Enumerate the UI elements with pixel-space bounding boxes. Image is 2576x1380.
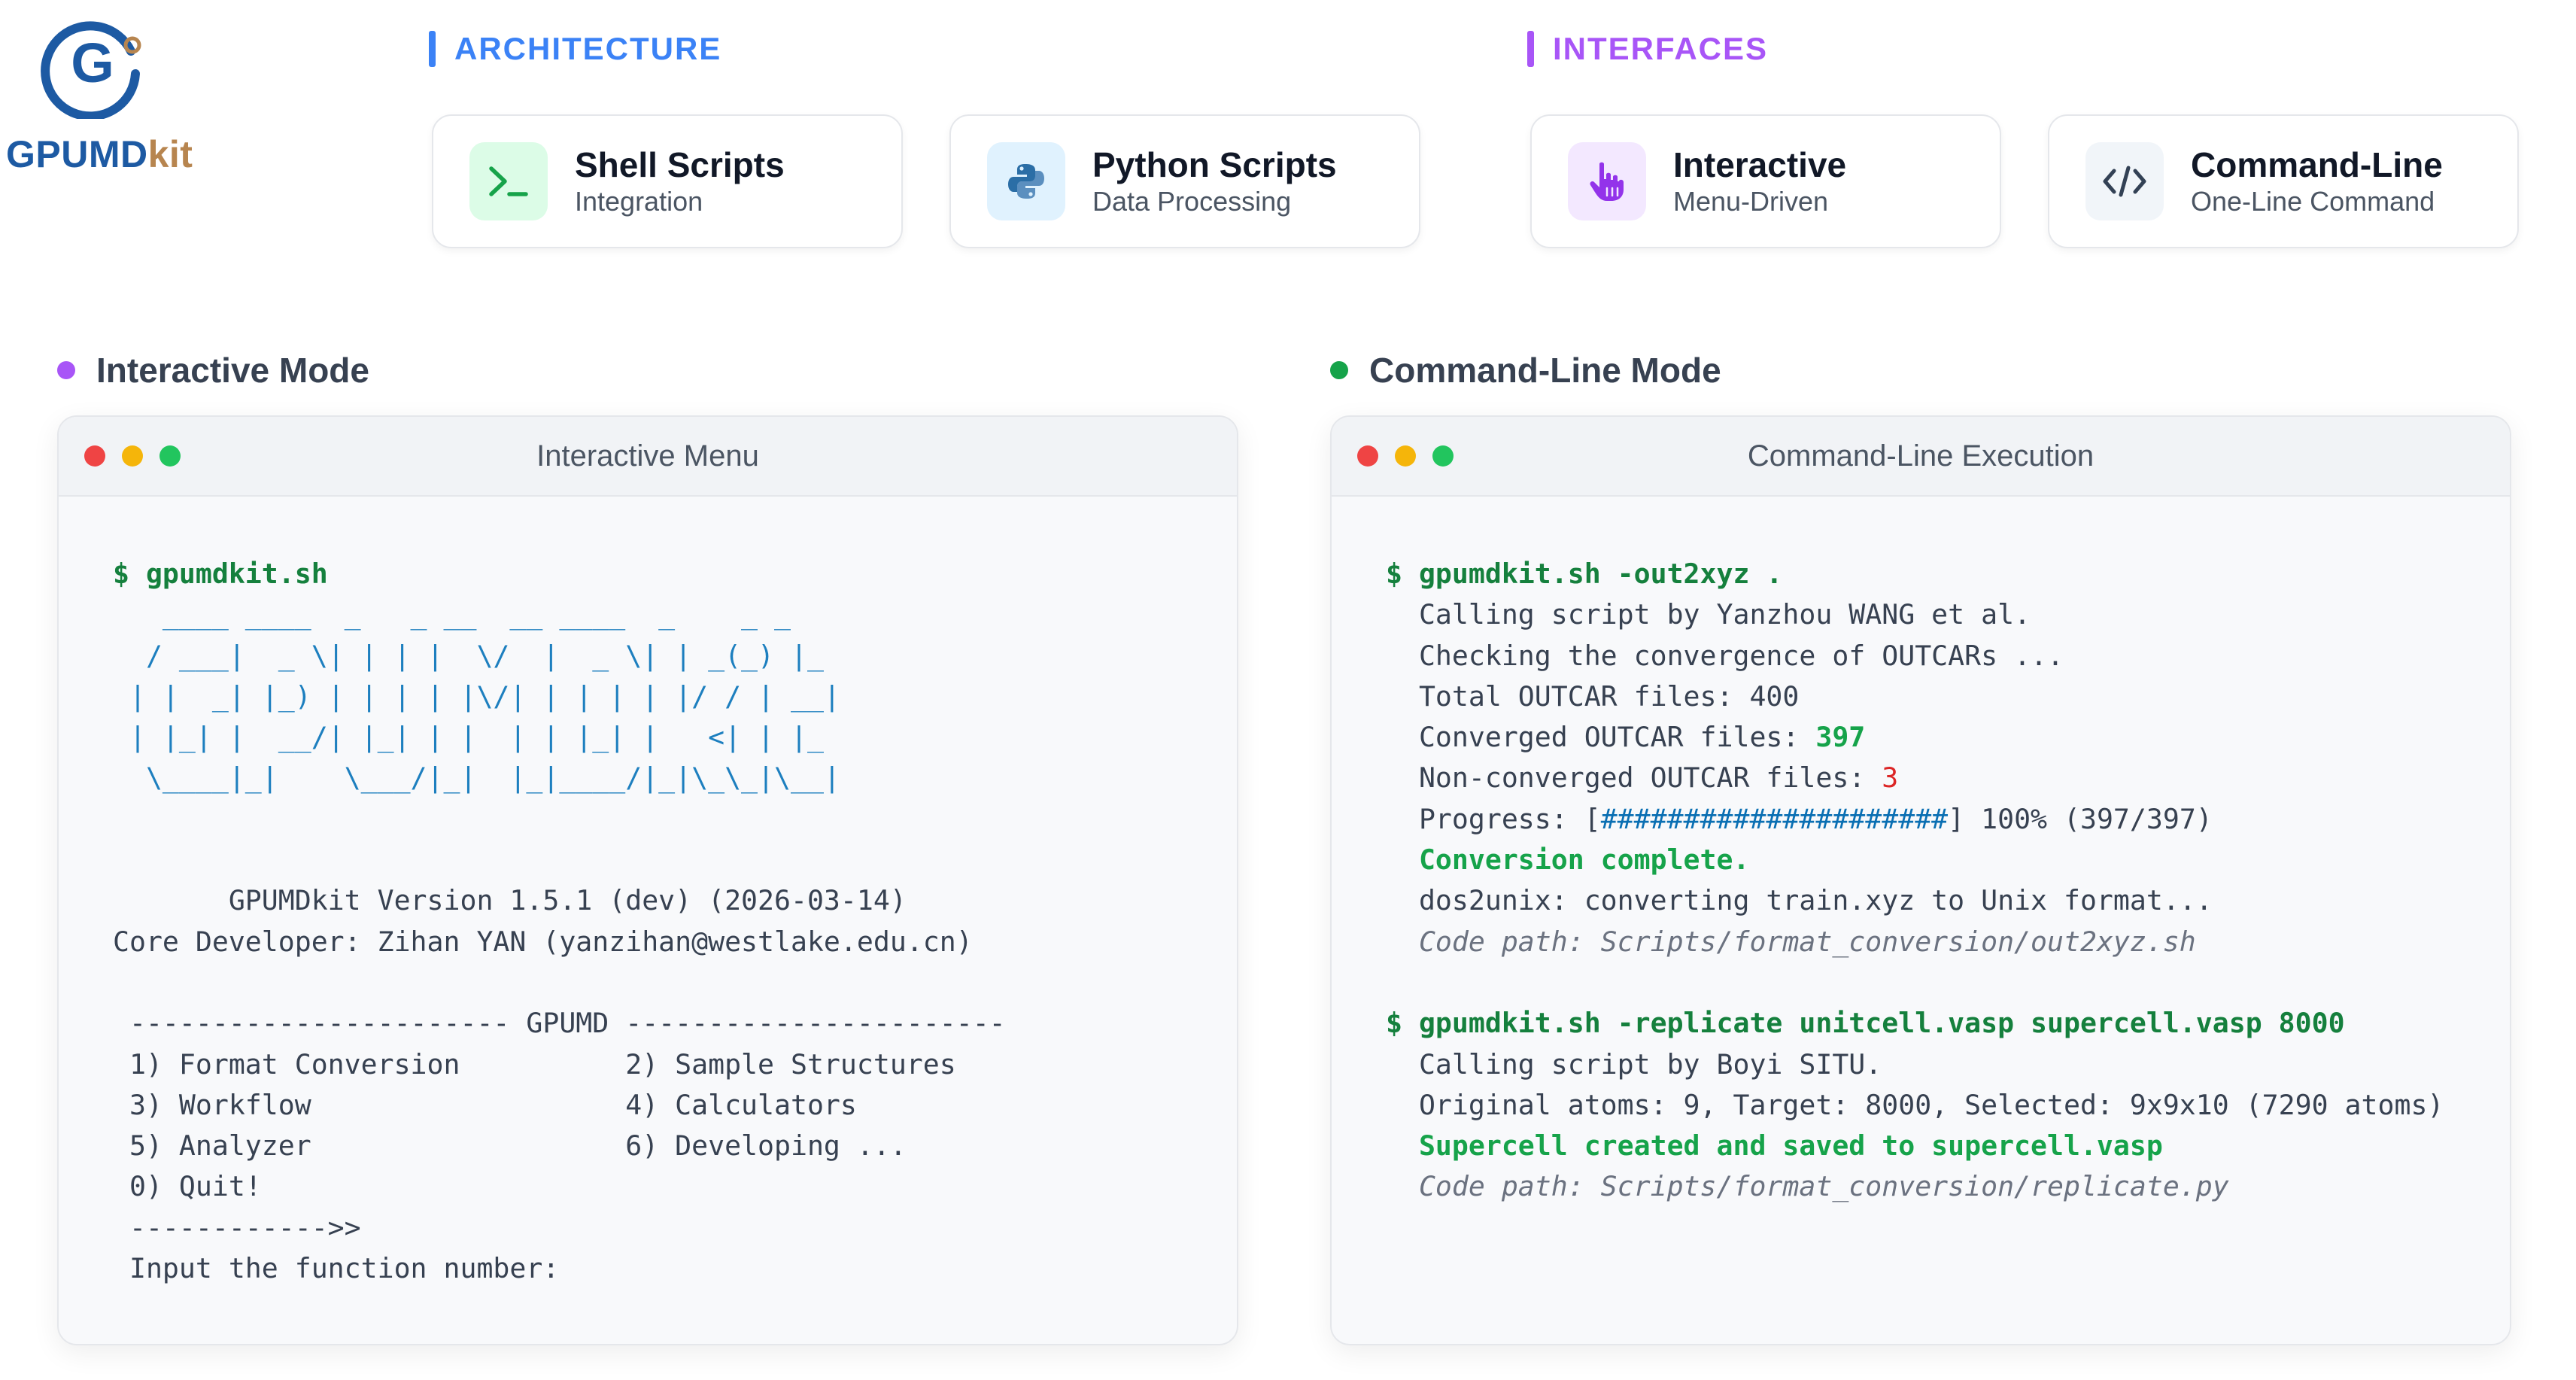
progress-bar: ##################### [1600, 802, 1949, 835]
architecture-title: ARCHITECTURE [454, 31, 722, 66]
interactive-terminal-window: Interactive Menu $ gpumdkit.sh ____ ____… [57, 415, 1238, 1345]
interfaces-header: INTERFACES [1527, 26, 1768, 71]
progress-label: Progress: [ [1418, 802, 1601, 835]
ascii-logo: ____ ____ _ _ __ __ ____ _ _ _ / ___| _ … [129, 598, 840, 795]
card-command-line: Command-Line One-Line Command [2048, 114, 2519, 248]
status-dot [57, 361, 75, 379]
card-shell-scripts: Shell Scripts Integration [432, 114, 903, 248]
card-subtitle: Data Processing [1092, 186, 1292, 217]
output-label: Converged OUTCAR files: [1418, 721, 1816, 754]
card-subtitle: Menu-Driven [1673, 186, 1829, 217]
brand-main: GPUMD [6, 133, 148, 175]
output-line: Calling script by Yanzhou WANG et al. [1418, 598, 2031, 631]
window-title: Interactive Menu [536, 439, 759, 473]
terminal-icon [469, 142, 548, 220]
nonconverged-count: 3 [1882, 761, 1899, 795]
card-title: Interactive [1673, 145, 1847, 184]
success-message: Supercell created and saved to supercell… [1418, 1129, 2163, 1163]
output-line: Calling script by Boyi SITU. [1418, 1047, 1882, 1081]
output-line: Original atoms: 9, Target: 8000, Selecte… [1418, 1088, 2444, 1121]
card-subtitle: Integration [575, 186, 703, 217]
terminal-output[interactable]: $ gpumdkit.sh -out2xyz . Calling script … [1386, 554, 2444, 1208]
output-line: dos2unix: converting train.xyz to Unix f… [1418, 884, 2213, 917]
card-interactive: Interactive Menu-Driven [1530, 114, 2001, 248]
status-dot [1330, 361, 1348, 379]
code-icon [2085, 142, 2164, 220]
cli-mode-label: Command-Line Mode [1330, 348, 1721, 393]
brand-name: GPUMDkit [6, 132, 193, 176]
card-python-scripts: Python Scripts Data Processing [949, 114, 1420, 248]
logo-letter: G [71, 32, 114, 94]
window-title: Command-Line Execution [1747, 439, 2095, 473]
code-path: Code path: Scripts/format_conversion/rep… [1418, 1170, 2229, 1203]
window-titlebar: Command-Line Execution [1332, 417, 2510, 497]
interfaces-title: INTERFACES [1553, 31, 1769, 66]
command-prompt: $ gpumdkit.sh -replicate unitcell.vasp s… [1386, 1007, 2345, 1040]
input-prompt[interactable]: Input the function number: [113, 1252, 559, 1284]
version-line: GPUMDkit Version 1.5.1 (dev) (2026-03-14… [113, 884, 907, 917]
architecture-accent-bar [429, 31, 436, 67]
cli-terminal-window: Command-Line Execution $ gpumdkit.sh -ou… [1330, 415, 2511, 1345]
menu-row[interactable]: 5) Analyzer 6) Developing ... [113, 1129, 907, 1162]
window-titlebar: Interactive Menu [59, 417, 1237, 497]
output-line: Checking the convergence of OUTCARs ... [1418, 639, 2064, 672]
card-title: Shell Scripts [575, 145, 785, 184]
gpumdkit-logo: G GPUMDkit [0, 0, 218, 188]
terminal-output[interactable]: $ gpumdkit.sh ____ ____ _ _ __ __ ____ _… [113, 554, 1006, 1289]
command-prompt: $ gpumdkit.sh -out2xyz . [1386, 558, 1783, 590]
menu-header: ----------------------- GPUMD ----------… [113, 1007, 1006, 1040]
python-icon [987, 142, 1065, 220]
menu-row[interactable]: 0) Quit! [113, 1170, 262, 1202]
developer-line: Core Developer: Zihan YAN (yanzihan@west… [113, 925, 973, 958]
brand-suffix: kit [147, 133, 193, 175]
output-line: Total OUTCAR files: 400 [1418, 679, 1800, 713]
code-path: Code path: Scripts/format_conversion/out… [1418, 925, 2196, 958]
converged-count: 397 [1815, 721, 1866, 754]
card-title: Command-Line [2191, 145, 2443, 184]
card-subtitle: One-Line Command [2191, 186, 2435, 217]
architecture-header: ARCHITECTURE [429, 26, 721, 71]
interactive-mode-label: Interactive Mode [57, 348, 369, 393]
menu-row[interactable]: 3) Workflow 4) Calculators [113, 1089, 857, 1121]
mode-label-text: Command-Line Mode [1369, 351, 1721, 390]
progress-tail: ] 100% (397/397) [1948, 802, 2213, 835]
card-title: Python Scripts [1092, 145, 1337, 184]
menu-arrow: ------------>> [113, 1211, 361, 1244]
pointer-hand-icon [1568, 142, 1646, 220]
menu-row[interactable]: 1) Format Conversion 2) Sample Structure… [113, 1048, 956, 1081]
interfaces-accent-bar [1527, 31, 1534, 67]
gpumdkit-logo-icon: G [41, 21, 141, 119]
mode-label-text: Interactive Mode [96, 351, 369, 390]
output-label: Non-converged OUTCAR files: [1418, 761, 1882, 795]
success-message: Conversion complete. [1418, 844, 1750, 877]
command-prompt: $ gpumdkit.sh [113, 558, 328, 590]
